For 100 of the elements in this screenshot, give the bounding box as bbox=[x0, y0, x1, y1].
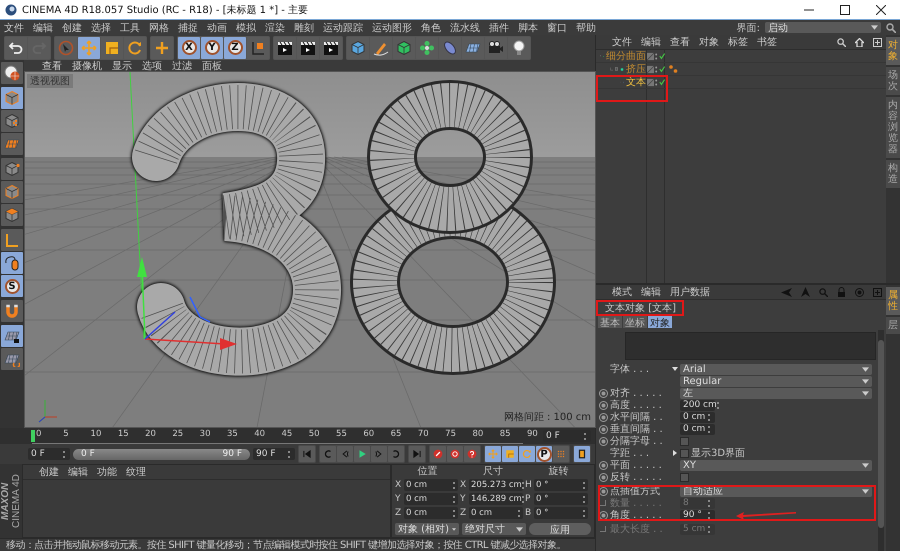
menu-item[interactable]: 过滤 bbox=[172, 58, 192, 72]
tool-button[interactable] bbox=[1, 62, 23, 84]
side-tab[interactable]: 内容浏览器 bbox=[886, 97, 900, 158]
checkbox[interactable] bbox=[680, 448, 689, 458]
menu-item[interactable]: 文件 bbox=[612, 35, 632, 49]
collapse-icon[interactable] bbox=[614, 65, 618, 73]
tool-button[interactable] bbox=[1, 325, 23, 347]
size-mode-dropdown[interactable]: 绝对尺寸 bbox=[462, 523, 526, 535]
disclosure-triangle-icon[interactable] bbox=[672, 366, 678, 372]
frame-range-slider[interactable]: 0 F 90 F bbox=[73, 448, 250, 460]
close-icon[interactable] bbox=[876, 4, 886, 14]
side-tab[interactable]: 构造 bbox=[886, 160, 900, 188]
side-tab[interactable]: 场次 bbox=[886, 67, 900, 95]
menu-item[interactable]: 编辑 bbox=[641, 35, 661, 49]
animate-radio-icon[interactable] bbox=[598, 424, 608, 434]
maximize-icon[interactable] bbox=[840, 4, 850, 14]
animate-radio-icon[interactable] bbox=[598, 472, 608, 482]
menu-item[interactable]: 插件 bbox=[489, 20, 509, 34]
side-tab[interactable]: 层 bbox=[886, 317, 900, 334]
menu-item[interactable]: 模式 bbox=[612, 285, 632, 299]
menu-item[interactable]: 选项 bbox=[142, 58, 162, 72]
menu-item[interactable]: 纹理 bbox=[126, 465, 146, 479]
menu-item[interactable]: 模拟 bbox=[236, 20, 256, 34]
menu-item[interactable]: 选择 bbox=[91, 20, 111, 34]
animate-radio-icon[interactable] bbox=[598, 486, 608, 496]
menu-item[interactable]: 标签 bbox=[728, 35, 748, 49]
menu-item[interactable]: 运动跟踪 bbox=[323, 20, 363, 34]
menu-item[interactable]: 创建 bbox=[62, 20, 82, 34]
number-field[interactable]: 0 cm bbox=[680, 412, 715, 422]
search-icon[interactable] bbox=[837, 38, 846, 46]
coordinate-field[interactable]: 0 ° bbox=[534, 507, 588, 519]
tool-button[interactable] bbox=[5, 36, 27, 58]
menu-item[interactable]: 角色 bbox=[421, 20, 441, 34]
tool-button[interactable] bbox=[574, 446, 590, 462]
animate-radio-icon[interactable] bbox=[598, 460, 608, 470]
dropdown[interactable]: Arial bbox=[680, 364, 872, 374]
menu-item[interactable]: 查看 bbox=[670, 35, 690, 49]
home-icon[interactable] bbox=[855, 38, 864, 46]
animate-radio-icon[interactable] bbox=[598, 388, 608, 398]
menu-item[interactable]: 摄像机 bbox=[72, 58, 102, 72]
menu-item[interactable]: 查看 bbox=[42, 58, 62, 72]
object-name[interactable]: 文本 bbox=[626, 75, 646, 89]
search-icon[interactable] bbox=[886, 22, 896, 32]
menu-item[interactable]: 书签 bbox=[757, 35, 777, 49]
menu-item[interactable]: 渲染 bbox=[265, 20, 285, 34]
tool-button[interactable] bbox=[1, 252, 23, 274]
animate-radio-icon[interactable] bbox=[598, 510, 608, 520]
menu-item[interactable]: 编辑 bbox=[68, 465, 88, 479]
tab[interactable]: 对象 bbox=[648, 316, 672, 328]
coordinate-mode-dropdown[interactable]: 对象 (相对) bbox=[395, 523, 459, 535]
tool-button[interactable] bbox=[485, 36, 507, 58]
menu-item[interactable]: 编辑 bbox=[641, 285, 661, 299]
end-frame-field[interactable]: 90 F bbox=[253, 448, 295, 460]
visibility-dots-icon[interactable] bbox=[655, 52, 658, 60]
menu-item[interactable]: 用户数据 bbox=[670, 285, 710, 299]
tool-button[interactable] bbox=[274, 36, 296, 58]
layout-dropdown[interactable]: 启动 bbox=[765, 22, 881, 33]
tool-button[interactable] bbox=[247, 36, 269, 58]
snap-button[interactable]: S bbox=[1, 275, 23, 297]
coordinate-field[interactable]: 205.273 cm bbox=[469, 479, 523, 491]
tool-button[interactable] bbox=[320, 36, 342, 58]
coordinate-field[interactable]: 0 cm bbox=[404, 493, 458, 505]
tab[interactable]: 坐标 bbox=[623, 316, 647, 328]
animate-radio-icon[interactable] bbox=[598, 412, 608, 422]
side-tab[interactable]: 属性 bbox=[886, 287, 900, 315]
coordinate-field[interactable]: 0 cm bbox=[404, 507, 458, 519]
disclosure-triangle-icon[interactable] bbox=[672, 450, 678, 456]
tool-button[interactable] bbox=[508, 36, 530, 58]
axis-lock-button[interactable]: X bbox=[178, 36, 200, 58]
timeline-ruler[interactable]: 0 5 10 15 20 25 30 35 40 45 50 55 60 65 70 75 80 85 90 0 F bbox=[0, 428, 595, 444]
number-field[interactable]: 0 cm bbox=[680, 424, 715, 434]
menu-item[interactable]: 捕捉 bbox=[178, 20, 198, 34]
coordinate-field[interactable]: 0 ° bbox=[534, 479, 588, 491]
menu-item[interactable]: 脚本 bbox=[518, 20, 538, 34]
visibility-dots-icon[interactable] bbox=[655, 64, 658, 74]
menu-item[interactable]: 编辑 bbox=[33, 20, 53, 34]
object-name[interactable]: 挤压 bbox=[626, 62, 646, 76]
menu-item[interactable]: 创建 bbox=[39, 465, 59, 479]
menu-item[interactable]: 工具 bbox=[120, 20, 140, 34]
axis-lock-button[interactable]: Y bbox=[201, 36, 223, 58]
menu-item[interactable]: 网格 bbox=[149, 20, 169, 34]
tool-button[interactable] bbox=[464, 446, 480, 462]
menu-item[interactable]: 功能 bbox=[97, 465, 117, 479]
menu-item[interactable]: 文件 bbox=[4, 20, 24, 34]
menu-item[interactable]: 对象 bbox=[699, 35, 719, 49]
start-frame-field[interactable]: 0 F bbox=[28, 448, 70, 460]
menu-item[interactable]: 流水线 bbox=[450, 20, 480, 34]
animate-radio-icon[interactable] bbox=[598, 436, 608, 446]
visibility-dots-icon[interactable] bbox=[655, 78, 658, 86]
tool-button[interactable] bbox=[447, 446, 463, 462]
axis-lock-button[interactable]: Z bbox=[224, 36, 246, 58]
coordinate-field[interactable]: 0 ° bbox=[534, 493, 588, 505]
tab[interactable]: 基本 bbox=[598, 316, 622, 328]
apply-button[interactable]: 应用 bbox=[529, 523, 591, 535]
dropdown[interactable]: 左 bbox=[680, 388, 872, 398]
object-name[interactable]: 细分曲面 bbox=[606, 49, 646, 63]
parameter-button[interactable]: P bbox=[536, 446, 552, 462]
playhead[interactable] bbox=[31, 430, 35, 442]
dropdown[interactable]: XY bbox=[680, 460, 872, 470]
menu-item[interactable]: 面板 bbox=[202, 58, 222, 72]
